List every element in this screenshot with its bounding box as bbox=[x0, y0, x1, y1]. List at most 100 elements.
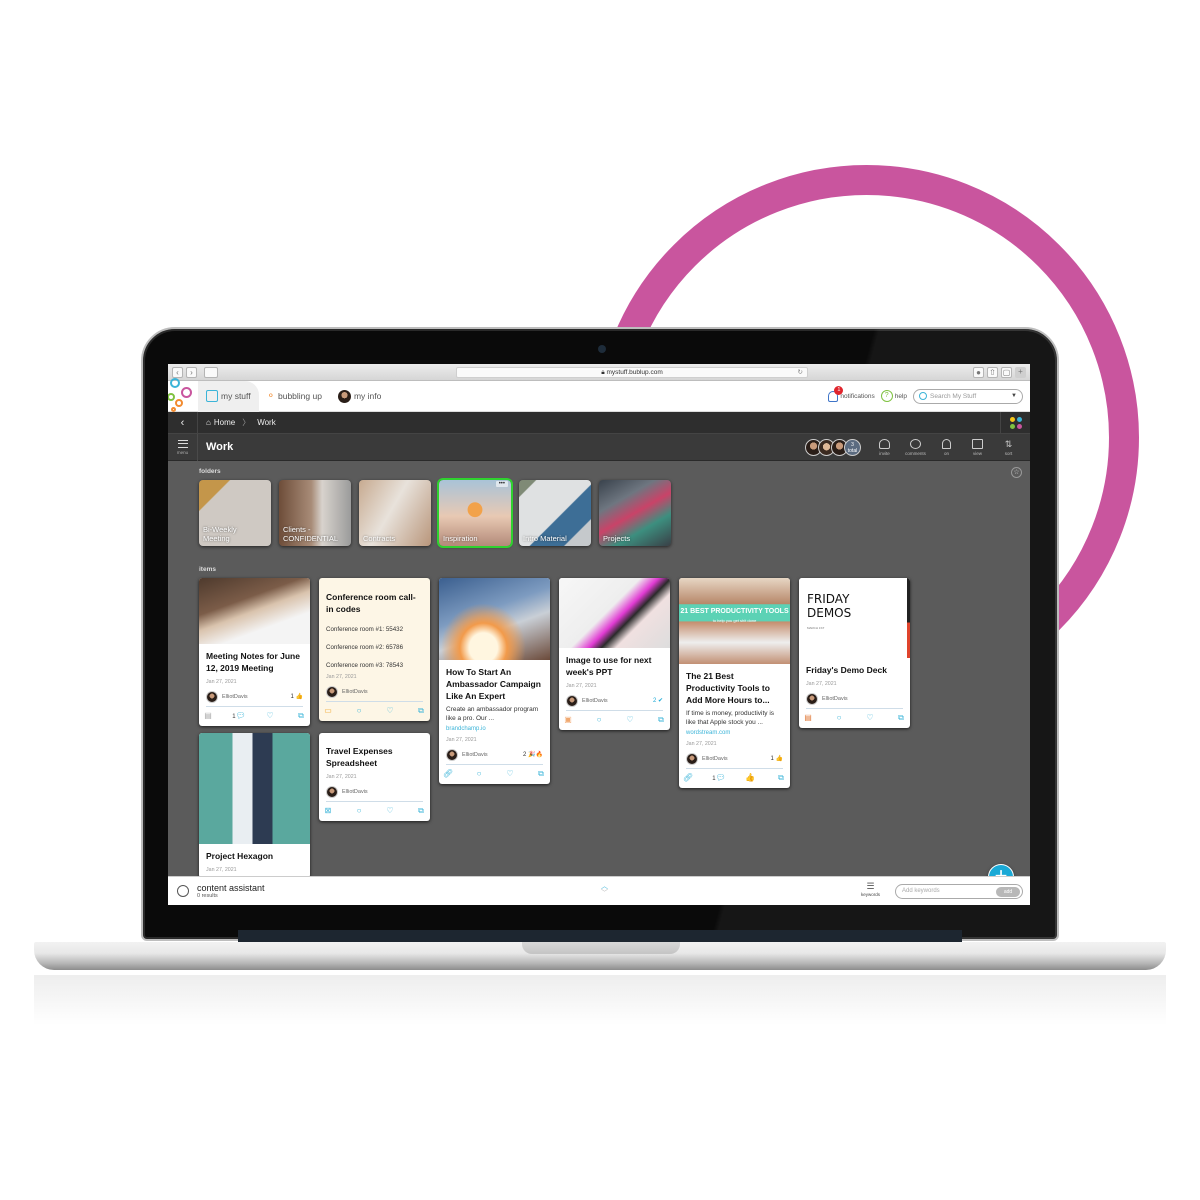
comment-button[interactable]: ○ bbox=[592, 715, 606, 725]
copy-icon[interactable]: ⧉ bbox=[294, 711, 308, 721]
add-keyword-button[interactable]: add bbox=[996, 886, 1020, 897]
copy-icon[interactable]: ⧉ bbox=[774, 773, 788, 783]
invite-button[interactable]: invite bbox=[869, 438, 900, 456]
download-icon[interactable]: ● bbox=[973, 366, 984, 378]
item-card[interactable]: Project Hexagon Jan 27, 2021 bbox=[199, 733, 310, 878]
keywords-input[interactable]: Add keywords add bbox=[895, 884, 1023, 899]
tabs-icon[interactable]: ▢ bbox=[1001, 366, 1012, 378]
address-bar[interactable]: 🔒︎ mystuff.bublup.com ↻ bbox=[456, 366, 808, 378]
item-card[interactable]: Travel Expenses Spreadsheet Jan 27, 2021… bbox=[319, 733, 430, 821]
copy-icon[interactable]: ⧉ bbox=[414, 706, 428, 716]
item-card[interactable]: Meeting Notes for June 12, 2019 Meeting … bbox=[199, 578, 310, 726]
comment-button[interactable]: 1💬︎ bbox=[232, 711, 246, 721]
item-card[interactable]: 21 BEST PRODUCTIVITY TOOLS to help you g… bbox=[679, 578, 790, 788]
note-line: Conference room #1: 55432 bbox=[326, 626, 404, 633]
image-icon: ▣ bbox=[564, 715, 572, 724]
folder-projects[interactable]: Projects bbox=[599, 480, 671, 546]
view-button[interactable]: view bbox=[962, 438, 993, 456]
notify-toggle-button[interactable]: on bbox=[931, 438, 962, 456]
search-placeholder: Search My Stuff bbox=[930, 392, 977, 400]
sidebar-toggle-icon[interactable] bbox=[204, 366, 218, 378]
item-thumbnail bbox=[439, 578, 550, 660]
tab-bubbling-up[interactable]: ⚬ bubbling up bbox=[259, 381, 330, 412]
item-title: Travel Expenses Spreadsheet bbox=[326, 746, 393, 768]
folder-more-button[interactable]: ••• bbox=[495, 481, 508, 487]
react-heart-icon[interactable]: ♡ bbox=[383, 706, 397, 716]
item-date: Jan 27, 2021 bbox=[326, 674, 357, 680]
note-icon: ▭ bbox=[324, 706, 332, 715]
members-avatars[interactable]: 3 total bbox=[805, 438, 861, 456]
item-title: The 21 Best Productivity Tools to Add Mo… bbox=[686, 671, 770, 705]
comment-button[interactable]: ○ bbox=[472, 769, 486, 779]
folder-clients-confidential[interactable]: Clients - CONFIDENTIAL bbox=[279, 480, 351, 546]
tab-my-info[interactable]: my info bbox=[330, 381, 389, 412]
folder-intro-material[interactable]: Intro Material bbox=[519, 480, 591, 546]
item-owner: ElliotDavis 2 🎉🔥 bbox=[446, 747, 543, 765]
browser-forward-button[interactable]: › bbox=[186, 366, 197, 378]
react-heart-icon[interactable]: ♡ bbox=[263, 711, 277, 721]
item-title: How To Start An Ambassador Campaign Like… bbox=[446, 667, 541, 701]
back-button[interactable]: ‹ bbox=[168, 411, 198, 434]
comment-button[interactable]: ○ bbox=[352, 706, 366, 716]
item-link[interactable]: brandchamp.io bbox=[446, 726, 543, 732]
item-card[interactable]: How To Start An Ambassador Campaign Like… bbox=[439, 578, 550, 784]
folder-contracts[interactable]: Contracts bbox=[359, 480, 431, 546]
page-title: Work bbox=[206, 441, 234, 453]
notification-badge: 1 bbox=[834, 385, 844, 395]
item-card[interactable]: Image to use for next week's PPT Jan 27,… bbox=[559, 578, 670, 730]
item-card[interactable]: Conference room call-in codes Conference… bbox=[319, 578, 430, 721]
thumbnail-subtitle: to help you get shit done bbox=[712, 618, 757, 623]
assistant-title[interactable]: content assistant bbox=[197, 883, 265, 893]
comment-button[interactable]: ○ bbox=[352, 806, 366, 816]
copy-icon[interactable]: ⧉ bbox=[654, 715, 668, 725]
item-card[interactable]: FRIDAY DEMOS MARCH 1ST Friday's Demo Dec… bbox=[799, 578, 910, 728]
comments-button[interactable]: comments bbox=[900, 438, 931, 456]
link-icon: 🔗︎ bbox=[442, 769, 454, 778]
reaction-count[interactable]: 1 👍 bbox=[291, 693, 303, 700]
tab-my-stuff[interactable]: my stuff bbox=[198, 380, 259, 412]
copy-icon[interactable]: ⧉ bbox=[894, 713, 908, 723]
search-filter-dropdown-icon[interactable]: ▼ bbox=[1011, 393, 1017, 399]
menu-button[interactable]: menu bbox=[168, 433, 198, 461]
bublup-logo[interactable] bbox=[168, 377, 198, 412]
favorite-star-icon[interactable]: ☆ bbox=[1011, 467, 1022, 478]
item-link[interactable]: wordstream.com bbox=[686, 730, 783, 736]
browser-back-button[interactable]: ‹ bbox=[172, 366, 183, 378]
item-thumbnail: 21 BEST PRODUCTIVITY TOOLS to help you g… bbox=[679, 578, 790, 664]
search-input[interactable]: Search My Stuff ▼ bbox=[913, 388, 1023, 404]
reaction-count[interactable]: 1 👍 bbox=[771, 755, 783, 762]
sliders-icon: ☰ bbox=[866, 881, 875, 891]
thumbs-up-icon[interactable]: 👍 bbox=[743, 773, 757, 783]
folder-inspiration[interactable]: ••• Inspiration bbox=[437, 478, 513, 548]
react-heart-icon[interactable]: ♡ bbox=[623, 715, 637, 725]
keywords-button[interactable]: ☰ keywords bbox=[861, 881, 880, 897]
new-tab-icon[interactable]: + bbox=[1015, 366, 1026, 378]
item-thumbnail bbox=[559, 578, 670, 648]
owner-avatar bbox=[326, 685, 338, 698]
copy-icon[interactable]: ⧉ bbox=[534, 769, 548, 779]
content-assistant-bar: content assistant 0 results ︿ ﹀ ☰ keyword… bbox=[168, 876, 1030, 905]
reaction-count[interactable]: 2 🎉🔥 bbox=[523, 751, 543, 758]
help-button[interactable]: ? help bbox=[880, 390, 907, 402]
react-heart-icon[interactable]: ♡ bbox=[503, 769, 517, 779]
react-heart-icon[interactable]: ♡ bbox=[863, 713, 877, 723]
copy-icon[interactable]: ⧉ bbox=[414, 806, 428, 816]
breadcrumb-home[interactable]: ⌂ Home bbox=[206, 418, 235, 427]
expand-toggle-icon[interactable]: ︿ ﹀ bbox=[601, 883, 608, 897]
breadcrumb-current[interactable]: Work bbox=[257, 418, 276, 427]
reaction-count[interactable]: 2 ✔ bbox=[653, 697, 663, 704]
react-heart-icon[interactable]: ♡ bbox=[383, 806, 397, 816]
comment-button[interactable]: ○ bbox=[832, 713, 846, 723]
breadcrumb-bar: ‹ ⌂ Home 〉 Work bbox=[168, 411, 1030, 434]
item-description: Create an ambassador program like a pro.… bbox=[446, 706, 539, 722]
reload-icon[interactable]: ↻ bbox=[798, 368, 803, 378]
apps-grid-icon[interactable] bbox=[1000, 411, 1030, 434]
laptop-reflection bbox=[34, 975, 1166, 1025]
share-icon[interactable]: ⇧ bbox=[987, 366, 998, 378]
sort-button[interactable]: ⇅ sort bbox=[993, 439, 1024, 456]
notifications-button[interactable]: 1 notifications bbox=[828, 385, 875, 402]
owner-avatar bbox=[446, 748, 458, 761]
comment-button[interactable]: 1💬︎ bbox=[712, 773, 726, 783]
item-date: Jan 27, 2021 bbox=[686, 741, 717, 747]
folder-bi-weekly-meeting[interactable]: Bi-Weekly Meeting bbox=[199, 480, 271, 546]
